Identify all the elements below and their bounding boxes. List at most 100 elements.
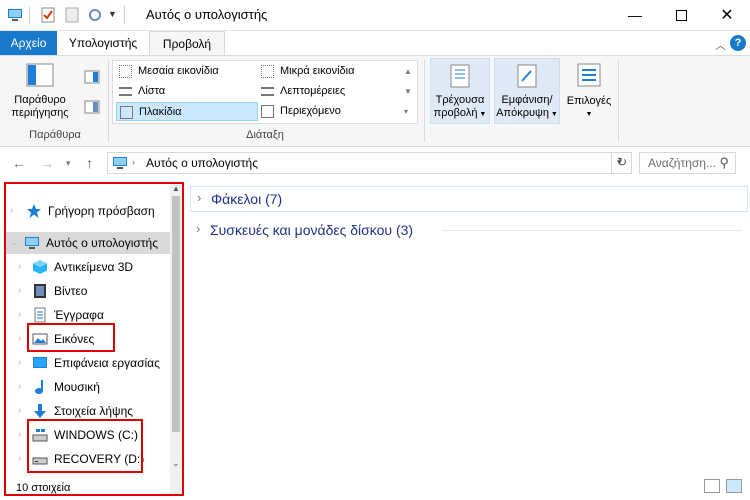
nav-item-quick-access[interactable]: › Γρήγορη πρόσβαση xyxy=(6,200,170,222)
undo-icon[interactable] xyxy=(87,7,103,23)
layout-content[interactable]: Περιεχόμενο xyxy=(258,102,400,121)
medium-icons-icon xyxy=(119,65,132,78)
layout-details-label: Λεπτομέρειες xyxy=(280,85,346,97)
current-view-label-2: προβολή xyxy=(433,107,478,119)
chevron-right-icon[interactable]: › xyxy=(197,190,201,205)
chevron-right-icon[interactable]: › xyxy=(18,352,21,374)
highlight-pictures xyxy=(27,323,115,352)
group-header-devices[interactable]: › Συσκευές και μονάδες δίσκου (3) xyxy=(190,218,748,244)
dropdown-icon: ▼ xyxy=(477,111,487,118)
nav-scrollbar[interactable]: ▲ ⌄ xyxy=(170,184,182,494)
scroll-up-icon[interactable]: ▲ xyxy=(172,184,180,193)
details-pane-icon[interactable] xyxy=(84,100,100,114)
show-hide-label-1: Εμφάνιση/ xyxy=(501,94,553,106)
content-icon xyxy=(261,105,274,118)
details-view-toggle[interactable] xyxy=(704,479,720,493)
group-devices-label: Συσκευές και μονάδες δίσκου (3) xyxy=(210,222,414,238)
current-view-icon xyxy=(450,64,470,88)
layout-group-label: Διάταξη xyxy=(246,129,284,141)
layout-tiles[interactable]: Πλακίδια xyxy=(116,102,258,121)
layout-content-label: Περιεχόμενο xyxy=(280,105,341,117)
address-bar[interactable]: › Αυτός ο υπολογιστής xyxy=(107,152,612,174)
star-icon xyxy=(27,204,41,218)
details-icon xyxy=(261,87,274,96)
chevron-right-icon[interactable]: › xyxy=(18,304,21,326)
chevron-right-icon[interactable]: › xyxy=(10,200,13,222)
tab-computer[interactable]: Υπολογιστής xyxy=(57,31,149,55)
nav-item-music[interactable]: › Μουσική xyxy=(6,376,170,398)
current-view-button[interactable]: Τρέχουσα προβολή ▼ xyxy=(430,58,490,124)
group-folders-label: Φάκελοι (7) xyxy=(211,191,283,207)
chevron-down-icon[interactable]: ⌄ xyxy=(10,232,18,254)
refresh-button[interactable]: ↻ xyxy=(612,152,632,174)
current-view-label-1: Τρέχουσα xyxy=(435,94,485,106)
properties-icon[interactable] xyxy=(40,7,56,23)
preview-pane-icon[interactable] xyxy=(84,70,100,84)
panes-group-label: Παράθυρα xyxy=(29,129,81,141)
layout-details[interactable]: Λεπτομέρειες xyxy=(258,82,400,101)
chevron-right-icon[interactable]: › xyxy=(18,376,21,398)
chevron-right-icon[interactable]: › xyxy=(18,328,21,350)
nav-item-3d-objects[interactable]: › Αντικείμενα 3D xyxy=(6,256,170,278)
layout-list[interactable]: Λίστα xyxy=(116,82,258,101)
search-icon: ⚲ xyxy=(719,155,729,170)
layout-small-icons[interactable]: Μικρά εικονίδια xyxy=(258,62,400,81)
chevron-right-icon[interactable]: › xyxy=(196,221,200,236)
layout-scroll-icon[interactable]: ▲ ▼ ▾ xyxy=(404,62,412,122)
up-icon[interactable]: ↑ xyxy=(86,155,93,171)
tab-view[interactable]: Προβολή xyxy=(149,31,225,56)
ribbon: Παράθυρο περιήγησης Παράθυρα Μεσαία εικο… xyxy=(0,55,750,147)
scroll-thumb[interactable] xyxy=(172,196,180,432)
show-hide-label-2: Απόκρυψη xyxy=(496,107,549,119)
search-input[interactable]: Αναζήτηση... ⚲ xyxy=(639,152,736,174)
layout-medium-icons[interactable]: Μεσαία εικονίδια xyxy=(116,62,258,81)
chevron-right-icon[interactable]: › xyxy=(18,280,21,302)
tab-file[interactable]: Αρχείο xyxy=(0,31,57,55)
title-bar: ▼ Αυτός ο υπολογιστής — ✕ xyxy=(0,0,750,31)
group-header-folders[interactable]: › Φάκελοι (7) xyxy=(190,186,748,212)
navigation-pane-icon xyxy=(26,63,54,87)
film-icon xyxy=(34,284,46,298)
options-label: Επιλογές xyxy=(566,95,612,107)
dropdown-icon: ▼ xyxy=(585,111,593,118)
layout-medium-icons-label: Μεσαία εικονίδια xyxy=(138,65,219,77)
new-folder-icon[interactable] xyxy=(64,7,80,23)
close-button[interactable]: ✕ xyxy=(704,0,750,30)
chevron-right-icon[interactable]: › xyxy=(18,448,21,470)
nav-item-this-pc[interactable]: ⌄ Αυτός ο υπολογιστής xyxy=(6,232,170,254)
qa-dropdown-icon[interactable]: ▼ xyxy=(108,9,117,19)
nav-item-videos[interactable]: › Βίντεο xyxy=(6,280,170,302)
help-icon[interactable]: ? xyxy=(730,35,746,51)
download-icon xyxy=(34,404,46,418)
ribbon-separator xyxy=(424,60,425,142)
options-icon xyxy=(577,63,601,87)
navigation-pane-button[interactable]: Παράθυρο περιήγησης xyxy=(8,62,72,120)
nav-item-desktop[interactable]: › Επιφάνεια εργασίας xyxy=(6,352,170,374)
nav-item-label: Επιφάνεια εργασίας xyxy=(54,356,160,370)
nav-item-label: Βίντεο xyxy=(54,284,88,298)
cube-icon xyxy=(33,260,47,274)
recent-locations-icon[interactable]: ▾ xyxy=(66,158,71,169)
scroll-down-icon[interactable]: ⌄ xyxy=(172,458,180,469)
collapse-ribbon-icon[interactable]: ︿ xyxy=(715,37,726,53)
chevron-right-icon[interactable]: › xyxy=(18,400,21,422)
nav-item-label: Γρήγορη πρόσβαση xyxy=(48,204,155,218)
address-path: Αυτός ο υπολογιστής xyxy=(146,156,258,170)
forward-icon[interactable]: → xyxy=(40,155,54,171)
large-icons-view-toggle[interactable] xyxy=(726,479,742,493)
small-icons-icon xyxy=(261,65,274,78)
minimize-button[interactable]: — xyxy=(612,0,658,30)
chevron-right-icon[interactable]: › xyxy=(18,256,21,278)
options-button[interactable]: Επιλογές ▼ xyxy=(564,62,614,121)
ribbon-tabs: Αρχείο Υπολογιστής Προβολή ︿ ? xyxy=(0,31,750,56)
chevron-right-icon[interactable]: › xyxy=(18,424,21,446)
show-hide-button[interactable]: Εμφάνιση/ Απόκρυψη ▼ xyxy=(494,58,560,124)
ribbon-separator xyxy=(618,60,619,142)
navigation-pane: › Γρήγορη πρόσβαση ⌄ Αυτός ο υπολογιστής… xyxy=(4,182,184,496)
refresh-icon: ↻ xyxy=(617,155,628,169)
dropdown-icon: ▼ xyxy=(548,111,558,118)
maximize-button[interactable] xyxy=(658,0,704,30)
back-icon[interactable]: ← xyxy=(12,155,26,171)
breadcrumb-chevron-icon[interactable]: › xyxy=(132,157,135,167)
navigation-pane-label-1: Παράθυρο xyxy=(14,94,66,106)
